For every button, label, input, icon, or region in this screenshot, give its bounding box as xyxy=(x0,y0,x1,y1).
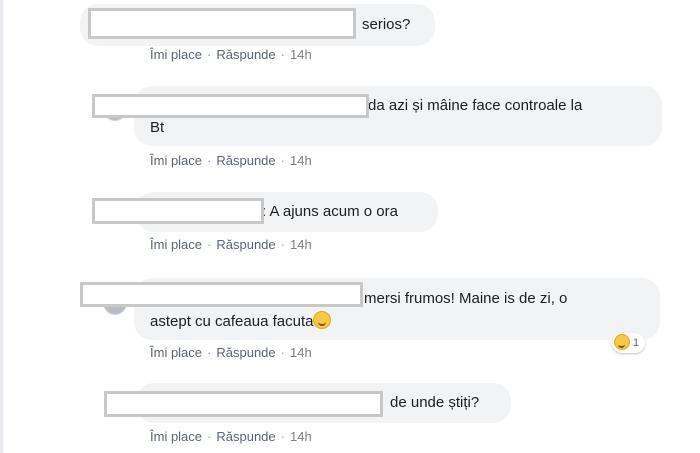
comment-text-line-1: mersi frumos! Maine is de zi, o xyxy=(364,290,568,307)
separator: · xyxy=(280,153,285,168)
reply-link[interactable]: Răspunde xyxy=(216,428,275,446)
laughing-face-icon xyxy=(313,311,332,329)
comment-text: de unde știți? xyxy=(390,394,480,411)
redacted-author-name xyxy=(92,94,369,118)
like-link[interactable]: Îmi place xyxy=(150,428,202,446)
timestamp[interactable]: 14h xyxy=(290,236,312,254)
comment-text-line-2: astept cu cafeaua facuta xyxy=(150,311,332,333)
comment-text: serios? xyxy=(362,16,411,33)
comment-actions: Îmi place · Răspunde · 14h xyxy=(150,344,312,362)
redacted-author-name xyxy=(92,198,264,224)
comment-actions: Îmi place · Răspunde · 14h xyxy=(150,428,312,446)
like-link[interactable]: Îmi place xyxy=(150,236,202,254)
separator: · xyxy=(207,47,212,62)
redacted-author-name xyxy=(88,8,356,39)
comment-text: : A ajuns acum o ora xyxy=(262,203,398,220)
like-link[interactable]: Îmi place xyxy=(150,46,202,64)
separator: · xyxy=(280,47,285,62)
separator: · xyxy=(207,237,212,252)
reaction-summary[interactable]: 1 xyxy=(612,333,646,353)
like-link[interactable]: Îmi place xyxy=(150,152,202,170)
comment-actions: Îmi place · Răspunde · 14h xyxy=(150,236,312,254)
haha-reaction-icon xyxy=(614,334,630,350)
reaction-count: 1 xyxy=(633,337,640,349)
separator: · xyxy=(207,429,212,444)
reply-link[interactable]: Răspunde xyxy=(216,344,275,362)
separator: · xyxy=(207,153,212,168)
timestamp[interactable]: 14h xyxy=(290,152,312,170)
left-panel-border-highlight xyxy=(3,0,4,453)
redacted-author-name xyxy=(80,282,363,307)
reply-link[interactable]: Răspunde xyxy=(216,236,275,254)
like-link[interactable]: Îmi place xyxy=(150,344,202,362)
comment-text-line-1: da azi și mâine face controale la xyxy=(368,97,583,114)
separator: · xyxy=(207,345,212,360)
timestamp[interactable]: 14h xyxy=(290,344,312,362)
reply-link[interactable]: Răspunde xyxy=(216,46,275,64)
redacted-author-name xyxy=(104,391,383,417)
separator: · xyxy=(280,429,285,444)
comment-actions: Îmi place · Răspunde · 14h xyxy=(150,152,312,170)
timestamp[interactable]: 14h xyxy=(290,428,312,446)
timestamp[interactable]: 14h xyxy=(290,46,312,64)
separator: · xyxy=(280,237,285,252)
comment-text-line-2: Bt xyxy=(150,119,165,136)
reply-link[interactable]: Răspunde xyxy=(216,152,275,170)
separator: · xyxy=(280,345,285,360)
comment-text-line-2-words: astept cu cafeaua facuta xyxy=(150,313,314,330)
comment-actions: Îmi place · Răspunde · 14h xyxy=(150,46,312,64)
